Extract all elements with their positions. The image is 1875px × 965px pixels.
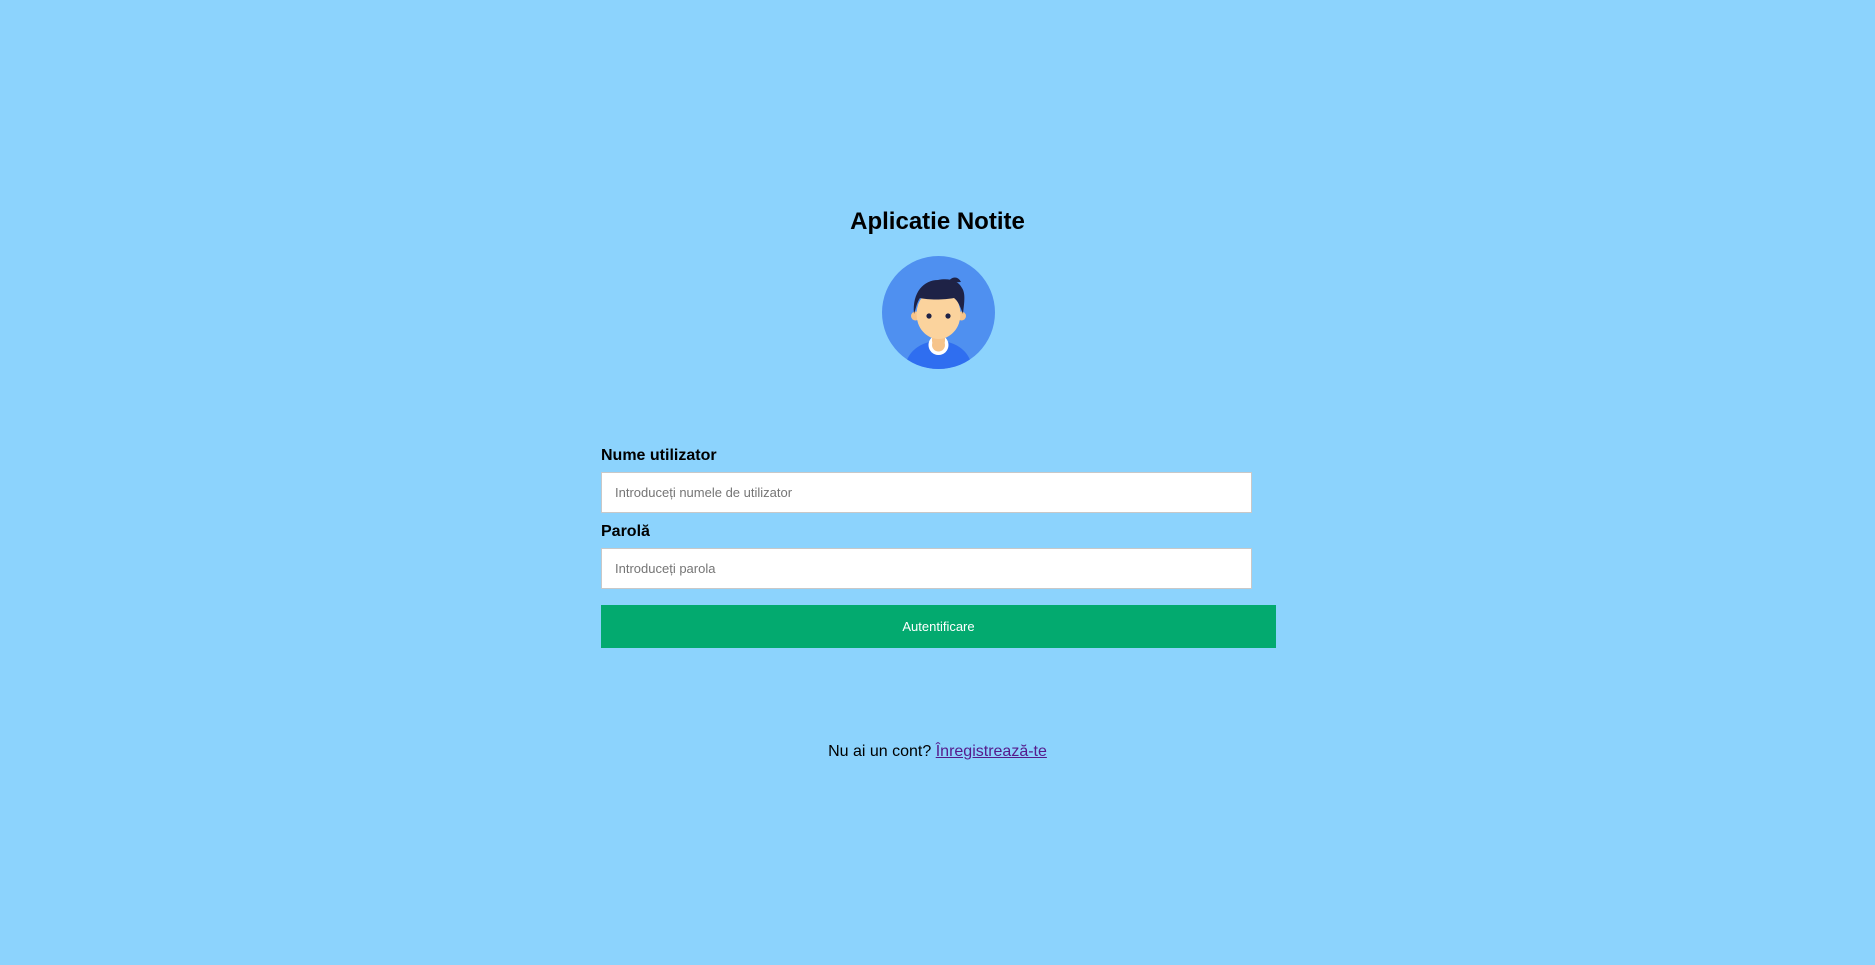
username-input[interactable]	[601, 472, 1252, 513]
password-label: Parolă	[601, 523, 650, 540]
user-avatar-icon	[882, 256, 995, 369]
login-form: Nume utilizator Parolă Autentificare	[601, 445, 1276, 648]
register-link[interactable]: Înregistrează-te	[936, 743, 1047, 760]
page-title: Aplicatie Notite	[850, 208, 1025, 235]
login-page: Aplicatie Notite Nume utilizator Introdu…	[0, 0, 1875, 965]
password-input[interactable]	[601, 548, 1252, 589]
login-button[interactable]: Autentificare	[601, 605, 1276, 648]
register-prompt-text: Nu ai un cont?	[828, 743, 936, 760]
register-prompt: Nu ai un cont? Înregistrează-te	[0, 741, 1875, 763]
username-label: Nume utilizator	[601, 447, 717, 464]
